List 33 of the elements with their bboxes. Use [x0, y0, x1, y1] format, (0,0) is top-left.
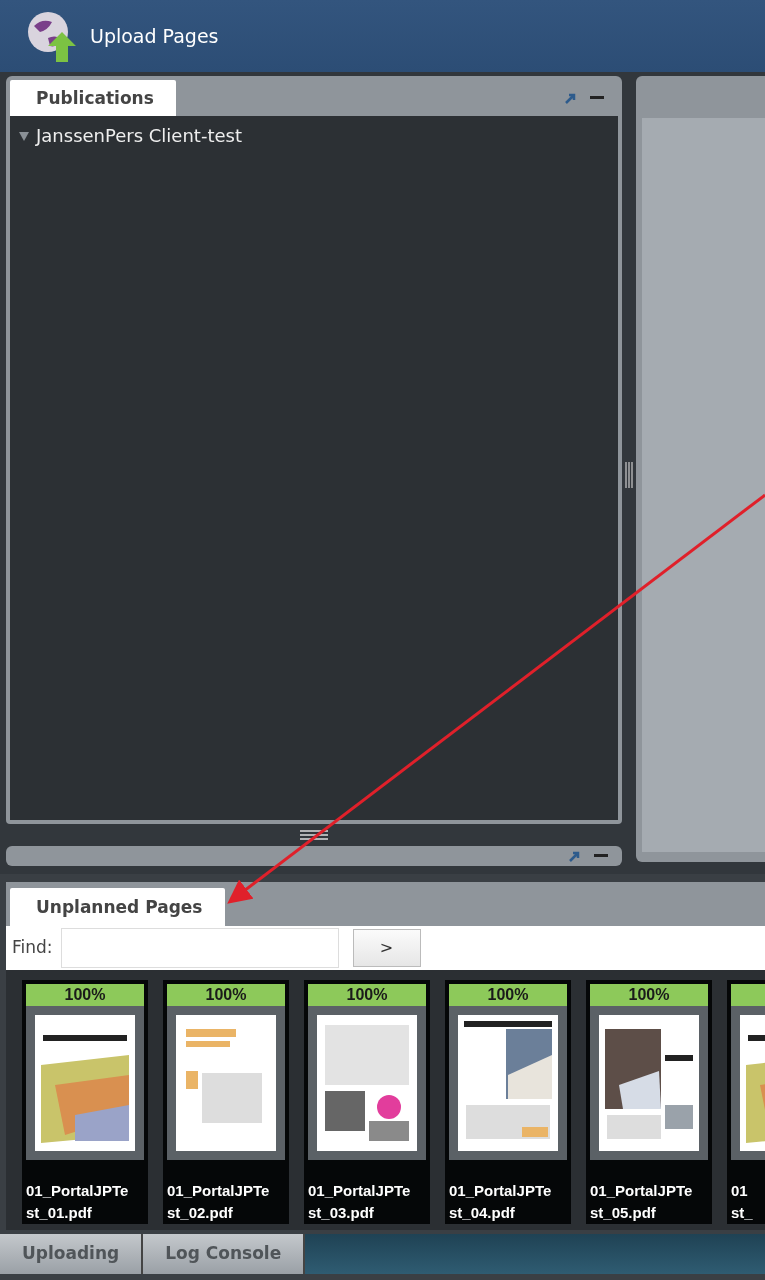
file-name: 01_PortalJPTe st_05.pdf: [590, 1181, 694, 1223]
pop-out-icon[interactable]: [564, 92, 576, 104]
find-button[interactable]: >: [352, 929, 421, 967]
progress-label: 100%: [63, 985, 107, 1005]
progress-label: 100%: [345, 985, 389, 1005]
file-name: 01 st_: [731, 1181, 754, 1223]
find-label: Find:: [11, 936, 54, 960]
page-card[interactable]: 100% 01_PortalJPTe st_02.pdf: [163, 980, 289, 1224]
file-name: 01_PortalJPTe st_04.pdf: [449, 1181, 553, 1223]
page-card[interactable]: 100% 01_PortalJPTe st_05.pdf: [586, 980, 712, 1224]
minimize-icon[interactable]: [590, 96, 604, 100]
file-name: 01_PortalJPTe st_01.pdf: [26, 1181, 130, 1223]
tree-item[interactable]: JanssenPers Client-test: [36, 122, 242, 149]
page-card[interactable]: 100% 01_PortalJPTe st_04.pdf: [445, 980, 571, 1224]
window-title: Upload Pages: [90, 23, 219, 49]
bottom-tab[interactable]: Log Console: [143, 1234, 306, 1274]
splitter-grip-icon[interactable]: [300, 830, 328, 840]
page-card[interactable]: 100% 01_PortalJPTe st_01.pdf: [22, 980, 148, 1224]
progress-label: 100%: [627, 985, 671, 1005]
page-card[interactable]: 01 st_: [727, 980, 765, 1224]
pop-out-icon[interactable]: [568, 850, 580, 862]
file-name: 01_PortalJPTe st_03.pdf: [308, 1181, 412, 1223]
find-field[interactable]: [60, 928, 339, 968]
progress-label: 100%: [486, 985, 530, 1005]
panel-tab[interactable]: Publications: [10, 80, 176, 116]
minimize-icon[interactable]: [594, 854, 608, 858]
file-name: 01_PortalJPTe st_02.pdf: [167, 1181, 271, 1223]
bottom-tab[interactable]: Uploading: [0, 1234, 144, 1274]
page-card[interactable]: 100% 01_PortalJPTe st_03.pdf: [304, 980, 430, 1224]
splitter-grip-icon[interactable]: [625, 462, 633, 488]
progress-label: 100%: [204, 985, 248, 1005]
panel-tab[interactable]: Unplanned Pages: [10, 888, 225, 926]
expand-triangle-icon[interactable]: [18, 129, 30, 142]
